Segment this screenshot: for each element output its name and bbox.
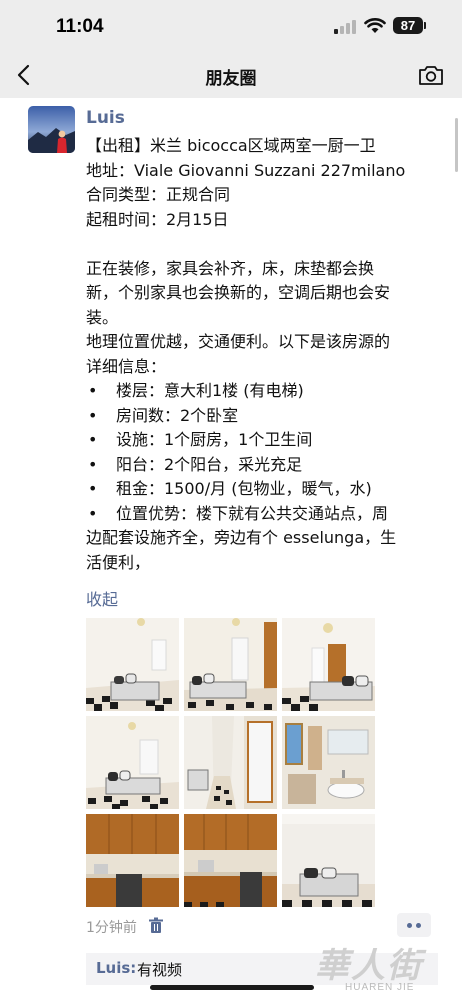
collapse-link[interactable]: 收起 bbox=[86, 586, 118, 610]
photo-image bbox=[282, 618, 375, 711]
photo-image bbox=[184, 618, 277, 711]
comment-username[interactable]: Luis: bbox=[96, 959, 136, 977]
bullet-text: 租金：1500/月 (包物业，暖气，水) bbox=[116, 479, 372, 498]
photo-bedroom-5[interactable] bbox=[282, 814, 375, 907]
nav-bar: 朋友圈 bbox=[0, 52, 462, 98]
photo-hallway[interactable] bbox=[184, 716, 277, 809]
post-line: 起租时间：2月15日 bbox=[86, 209, 229, 229]
page-title: 朋友圈 bbox=[205, 69, 257, 89]
bullet-dot: • bbox=[88, 479, 98, 498]
bullet-item: • 阳台：2个阳台，采光充足 bbox=[86, 453, 438, 478]
battery-indicator: 87 bbox=[393, 17, 423, 34]
post-line: 边配套设施齐全，旁边有个 esselunga，生 bbox=[86, 528, 397, 547]
watermark-sub: HUAREN JIE bbox=[345, 982, 415, 993]
bullet-text: 位置优势：楼下就有公共交通站点，周 bbox=[116, 503, 389, 523]
post-line: 详细信息： bbox=[86, 356, 167, 376]
photo-bedroom-1[interactable] bbox=[86, 618, 179, 711]
status-bar: 11:04 87 bbox=[0, 0, 462, 52]
photo-bathroom[interactable] bbox=[282, 716, 375, 809]
battery-tip bbox=[424, 22, 426, 29]
post-timestamp: 1分钟前 bbox=[86, 920, 137, 936]
post-line: 装。 bbox=[86, 307, 119, 327]
post-line: 地理位置优越，交通便利。以下是该房源的 bbox=[86, 332, 391, 351]
post-line: 地址：Viale Giovanni Suzzani 227milano bbox=[86, 160, 406, 180]
photo-kitchen-1[interactable] bbox=[86, 814, 179, 907]
bullet-text: 阳台：2个阳台，采光充足 bbox=[116, 454, 303, 474]
photo-image bbox=[282, 814, 375, 907]
photo-bedroom-4[interactable] bbox=[86, 716, 179, 809]
photo-kitchen-2[interactable] bbox=[184, 814, 277, 907]
camera-icon[interactable] bbox=[417, 63, 445, 87]
home-indicator[interactable] bbox=[150, 985, 314, 990]
bullet-text: 楼层：意大利1楼 (有电梯) bbox=[116, 381, 304, 400]
bullet-item: • 房间数：2个卧室 bbox=[86, 404, 438, 429]
more-options-button[interactable] bbox=[397, 913, 431, 937]
bullet-item: • 租金：1500/月 (包物业，暖气，水) bbox=[86, 477, 438, 502]
comment-text: 有视频 bbox=[137, 961, 183, 979]
wifi-icon bbox=[364, 18, 386, 33]
photo-bedroom-3[interactable] bbox=[282, 618, 375, 711]
trash-icon[interactable] bbox=[148, 917, 164, 934]
photo-image bbox=[86, 716, 179, 809]
post-line: 【出租】米兰 bicocca区域两室一厨一卫 bbox=[86, 136, 376, 155]
bullet-dot: • bbox=[88, 405, 98, 425]
bullet-item: • 位置优势：楼下就有公共交通站点，周 bbox=[86, 502, 438, 527]
bullet-text: 设施：1个厨房，1个卫生间 bbox=[116, 430, 313, 449]
watermark-main: 華人街 bbox=[315, 946, 423, 986]
post-line: 活便利， bbox=[86, 552, 151, 572]
bullet-dot: • bbox=[88, 381, 98, 400]
status-time: 11:04 bbox=[56, 16, 104, 37]
avatar[interactable] bbox=[28, 106, 75, 153]
photo-bedroom-2[interactable] bbox=[184, 618, 277, 711]
bullet-dot: • bbox=[88, 503, 98, 523]
post-username[interactable]: Luis bbox=[86, 108, 125, 128]
avatar-image bbox=[28, 106, 75, 153]
scrollbar[interactable] bbox=[455, 118, 458, 172]
post-text: 【出租】米兰 bicocca区域两室一厨一卫 地址：Viale Giovanni… bbox=[86, 134, 438, 575]
photo-image bbox=[86, 814, 179, 907]
bullet-dot: • bbox=[88, 430, 98, 449]
watermark-logo: 華人街 HUAREN JIE bbox=[315, 938, 455, 998]
bullet-item: • 设施：1个厨房，1个卫生间 bbox=[86, 428, 438, 453]
post-line: 合同类型：正规合同 bbox=[86, 185, 231, 204]
bullet-dot: • bbox=[88, 454, 98, 474]
photo-image bbox=[282, 716, 375, 809]
post-line: 正在装修，家具会补齐，床，床垫都会换 bbox=[86, 258, 375, 278]
photo-image bbox=[184, 716, 277, 809]
cellular-signal-icon bbox=[334, 18, 356, 34]
post-line: 新，个别家具也会换新的，空调后期也会安 bbox=[86, 283, 391, 302]
bullet-item: • 楼层：意大利1楼 (有电梯) bbox=[86, 379, 438, 404]
bullet-text: 房间数：2个卧室 bbox=[116, 405, 239, 425]
photo-image bbox=[86, 618, 179, 711]
photo-image bbox=[184, 814, 277, 907]
